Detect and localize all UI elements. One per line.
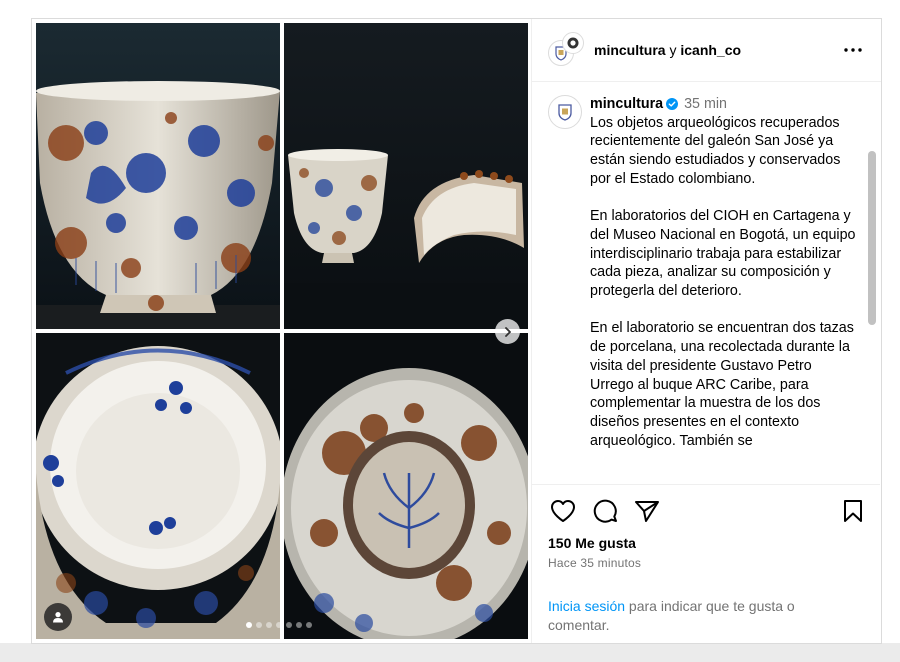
share-icon [635, 501, 659, 522]
caption-paragraph-2: En laboratorios del CIOH en Cartagena y … [590, 208, 856, 300]
comment-button[interactable] [590, 496, 620, 526]
caption: mincultura 35 min Los objetos arqueológi… [532, 83, 880, 469]
caption-scrollbar[interactable] [868, 151, 876, 483]
post-timestamp[interactable]: Hace 35 minutos [532, 556, 880, 570]
more-icon [844, 48, 862, 52]
carousel-indicator [246, 622, 312, 628]
caption-body: mincultura 35 min Los objetos arqueológi… [590, 95, 856, 469]
caption-scroll-area[interactable]: mincultura 35 min Los objetos arqueológi… [532, 83, 880, 483]
share-button[interactable] [632, 496, 662, 526]
shield-logo-icon [558, 104, 572, 121]
collab-avatars[interactable] [548, 32, 584, 68]
collab-usernames[interactable]: mincultura y icanh_co [594, 42, 741, 58]
tagged-users-button[interactable] [44, 603, 72, 631]
instagram-post: mincultura y icanh_co mincultura 35 min … [31, 18, 882, 644]
carousel-dot [266, 622, 272, 628]
likes-count[interactable]: 150 Me gusta [532, 535, 880, 551]
scrollbar-thumb[interactable] [868, 151, 876, 325]
save-button[interactable] [838, 496, 868, 526]
verified-badge-icon [666, 98, 679, 110]
carousel-dot [306, 622, 312, 628]
username-two[interactable]: icanh_co [680, 42, 741, 58]
caption-paragraph-1: Los objetos arqueológicos recuperados re… [590, 114, 841, 187]
icanh-logo-icon [567, 37, 579, 49]
post-side-panel: mincultura y icanh_co mincultura 35 min … [531, 19, 881, 643]
carousel-dot [276, 622, 282, 628]
carousel-dot [296, 622, 302, 628]
comment-icon [593, 499, 617, 523]
joiner-text: y [669, 42, 677, 58]
caption-time: 35 min [684, 96, 728, 112]
login-prompt: Inicia sesión para indicar que te gusta … [548, 597, 848, 635]
like-button[interactable] [548, 496, 578, 526]
bookmark-icon [844, 500, 862, 522]
window-bottom-edge [0, 643, 900, 662]
post-actions: 150 Me gusta Hace 35 minutos Inicia sesi… [532, 484, 880, 643]
carousel-dot [246, 622, 252, 628]
caption-avatar[interactable] [548, 95, 582, 129]
carousel-dot [256, 622, 262, 628]
avatar-icanh [562, 32, 584, 54]
post-header: mincultura y icanh_co [532, 19, 881, 82]
photo-cup-side [36, 23, 280, 329]
photo-cup-interior [36, 333, 280, 639]
chevron-right-icon [504, 326, 511, 337]
heart-icon [551, 500, 575, 522]
post-media-carousel[interactable] [32, 19, 531, 643]
action-icons-row [532, 485, 880, 537]
photo-cup-and-shard [284, 23, 528, 329]
carousel-dot [286, 622, 292, 628]
user-icon [53, 612, 63, 623]
caption-username[interactable]: mincultura [590, 96, 663, 112]
caption-paragraph-3: En el laboratorio se encuentran dos taza… [590, 320, 854, 449]
photo-cup-bottom [284, 333, 528, 639]
carousel-next-button[interactable] [495, 319, 520, 344]
more-options-button[interactable] [841, 38, 865, 62]
login-link[interactable]: Inicia sesión [548, 598, 625, 614]
username-one[interactable]: mincultura [594, 42, 666, 58]
